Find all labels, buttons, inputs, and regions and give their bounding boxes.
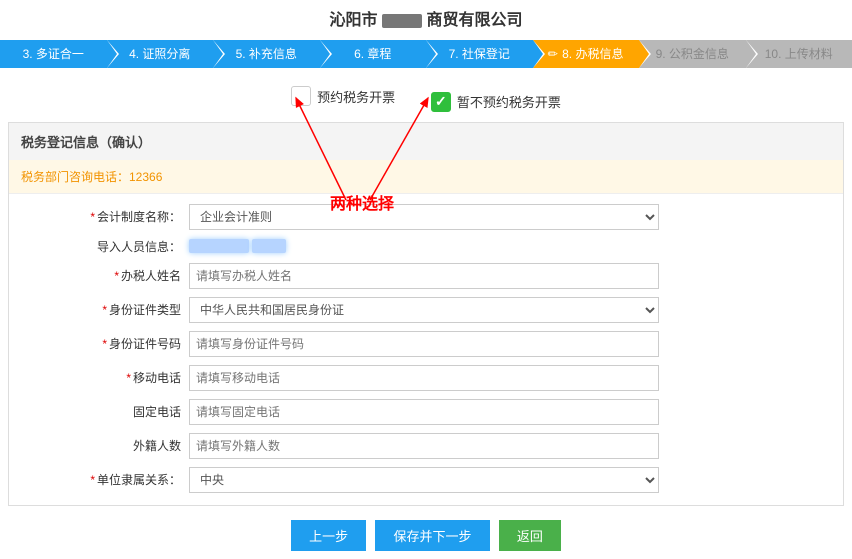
form-area: *会计制度名称： 企业会计准则 导入人员信息： *办税人姓名 *身份证件类型 中… (9, 194, 843, 505)
button-bar: 上一步 保存并下一步 返回 (0, 512, 852, 551)
row-accounting: *会计制度名称： 企业会计准则 (9, 204, 823, 230)
panel-info: 税务部门咨询电话：12366 (9, 160, 843, 194)
row-affil: *单位隶属关系： 中央 (9, 467, 823, 493)
redacted-name (382, 14, 422, 28)
select-accounting[interactable]: 企业会计准则 (189, 204, 659, 230)
input-idno[interactable] (189, 331, 659, 357)
step-label: 4. 证照分离 (129, 47, 190, 61)
label-idno: *身份证件号码 (9, 335, 189, 352)
row-foreign: 外籍人数 (9, 433, 823, 459)
select-affil[interactable]: 中央 (189, 467, 659, 493)
row-idtype: *身份证件类型 中华人民共和国居民身份证 (9, 297, 823, 323)
step-10[interactable]: 10. 上传材料 (746, 40, 852, 68)
step-3[interactable]: 3. 多证合一 (0, 40, 107, 68)
back-button[interactable]: 返回 (499, 520, 561, 551)
input-taxpayer[interactable] (189, 263, 659, 289)
input-fixed[interactable] (189, 399, 659, 425)
label-accounting: *会计制度名称： (9, 208, 189, 225)
label-fixed: 固定电话 (9, 403, 189, 420)
save-next-button[interactable]: 保存并下一步 (375, 520, 489, 551)
step-8-active[interactable]: ✎8. 办税信息 (533, 40, 640, 68)
select-idtype[interactable]: 中华人民共和国居民身份证 (189, 297, 659, 323)
label-idtype: *身份证件类型 (9, 301, 189, 318)
checkbox-checked-icon: ✓ (431, 92, 451, 112)
label-import: 导入人员信息： (9, 238, 189, 255)
checkbox-no-appoint[interactable]: ✓ 暂不预约税务开票 (431, 92, 561, 112)
redacted-person-2 (252, 239, 286, 253)
label-foreign: 外籍人数 (9, 437, 189, 454)
step-4[interactable]: 4. 证照分离 (107, 40, 214, 68)
panel-title: 税务登记信息（确认） (9, 123, 843, 160)
checkbox-label: 预约税务开票 (317, 87, 395, 106)
label-mobile: *移动电话 (9, 369, 189, 386)
step-label: 7. 社保登记 (449, 47, 510, 61)
step-label: 10. 上传材料 (765, 47, 833, 61)
step-label: 5. 补充信息 (236, 47, 297, 61)
input-mobile[interactable] (189, 365, 659, 391)
row-mobile: *移动电话 (9, 365, 823, 391)
title-prefix: 沁阳市 (330, 12, 378, 29)
checkbox-label: 暂不预约税务开票 (457, 92, 561, 111)
step-label: 8. 办税信息 (562, 47, 623, 61)
row-taxpayer: *办税人姓名 (9, 263, 823, 289)
step-7[interactable]: 7. 社保登记 (426, 40, 533, 68)
checkbox-appoint[interactable]: 预约税务开票 (291, 86, 395, 106)
title-suffix: 商贸有限公司 (426, 12, 522, 29)
tax-register-panel: 税务登记信息（确认） 税务部门咨询电话：12366 *会计制度名称： 企业会计准… (8, 122, 844, 506)
step-5[interactable]: 5. 补充信息 (213, 40, 320, 68)
row-fixed: 固定电话 (9, 399, 823, 425)
redacted-person-1 (189, 239, 249, 253)
row-idno: *身份证件号码 (9, 331, 823, 357)
checkbox-unchecked-icon (291, 86, 311, 106)
label-taxpayer: *办税人姓名 (9, 267, 189, 284)
page-title: 沁阳市 商贸有限公司 (0, 0, 852, 40)
step-6[interactable]: 6. 章程 (320, 40, 427, 68)
step-label: 3. 多证合一 (23, 47, 84, 61)
import-person-link[interactable] (189, 239, 659, 254)
step-bar: 3. 多证合一 4. 证照分离 5. 补充信息 6. 章程 7. 社保登记 ✎8… (0, 40, 852, 68)
row-import: 导入人员信息： (9, 238, 823, 255)
step-label: 6. 章程 (354, 47, 391, 61)
input-foreign[interactable] (189, 433, 659, 459)
appointment-choice-row: 预约税务开票 ✓ 暂不预约税务开票 (0, 68, 852, 122)
step-9[interactable]: 9. 公积金信息 (639, 40, 746, 68)
label-affil: *单位隶属关系： (9, 471, 189, 488)
step-label: 9. 公积金信息 (656, 47, 729, 61)
prev-button[interactable]: 上一步 (291, 520, 366, 551)
